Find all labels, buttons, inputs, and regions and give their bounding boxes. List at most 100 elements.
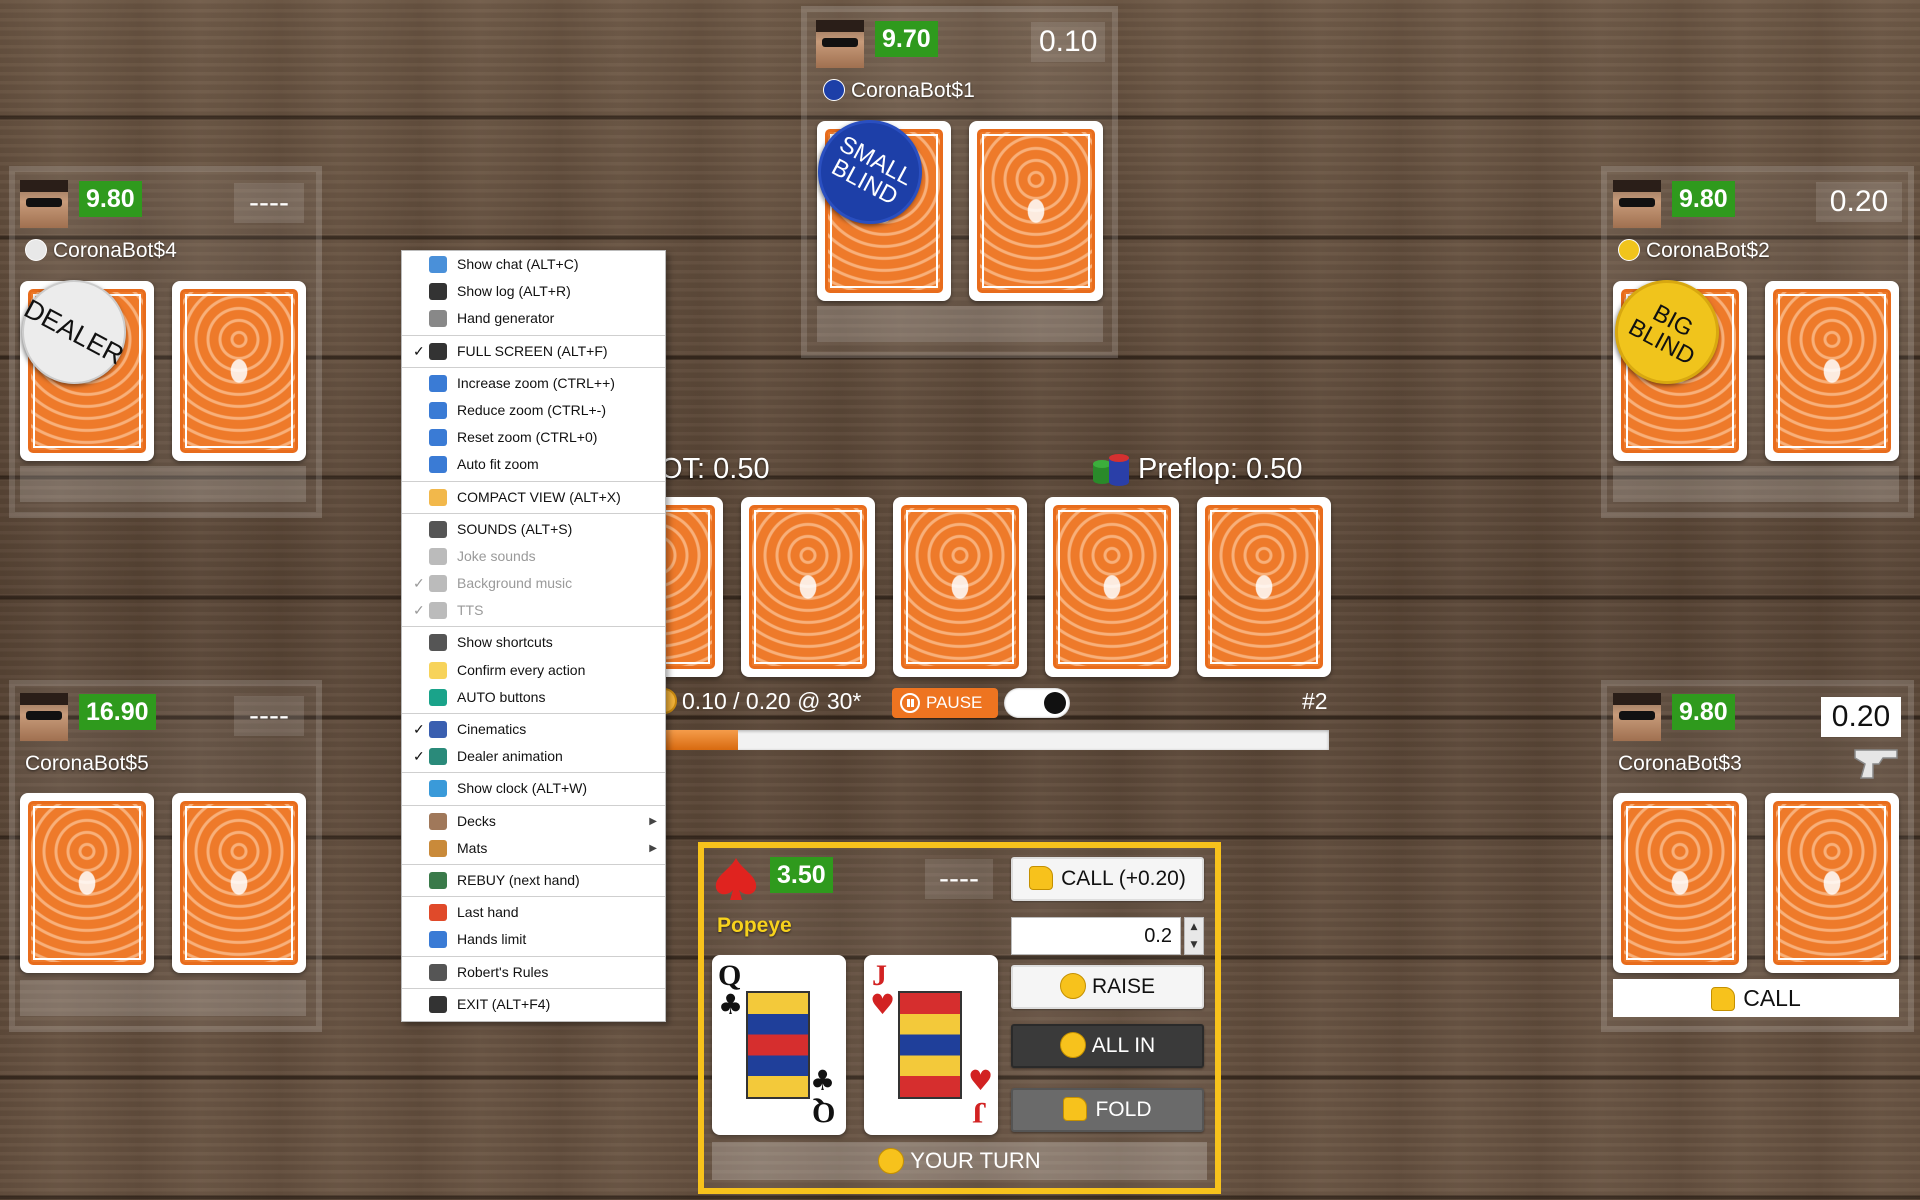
action-strip	[817, 306, 1103, 342]
menu-item-label: Hands limit	[457, 931, 527, 948]
menu-item-label: Cinematics	[457, 721, 527, 737]
menu-item[interactable]: Hands limit	[402, 926, 665, 953]
thumbs-down-icon	[1063, 1097, 1088, 1121]
menu-item[interactable]: EXIT (ALT+F4)	[402, 991, 665, 1018]
big-blind-chip-icon	[1618, 239, 1640, 261]
menu-item[interactable]: REBUY (next hand)	[402, 867, 665, 894]
card-back	[1765, 793, 1899, 973]
hole-card-jack-hearts: J ♥ ♥ J	[864, 955, 998, 1135]
avatar	[20, 180, 68, 228]
menu-item[interactable]: Last hand	[402, 899, 665, 926]
stack-amount: 16.90	[79, 694, 156, 730]
action-strip	[20, 980, 306, 1016]
blinds-level: 0.10 / 0.20 @ 30*	[682, 688, 862, 714]
allin-button[interactable]: ALL IN	[1011, 1024, 1204, 1068]
mute-icon	[429, 520, 447, 538]
menu-item[interactable]: SOUNDS (ALT+S)	[402, 516, 665, 543]
pause-icon	[900, 693, 920, 713]
my-player-name: Popeye	[717, 914, 792, 937]
menu-item-label: Confirm every action	[457, 661, 586, 678]
card-rank-bottom: Q	[812, 1096, 836, 1129]
pause-label: PAUSE	[926, 693, 983, 712]
exit-icon	[429, 995, 447, 1013]
small-blind-chip-icon	[823, 79, 845, 101]
card-back	[172, 793, 306, 973]
menu-item-label: Show clock (ALT+W)	[457, 780, 588, 797]
menu-item[interactable]: ✓ Cinematics	[402, 716, 665, 743]
menu-separator	[402, 804, 665, 806]
menu-item[interactable]: Show clock (ALT+W)	[402, 775, 665, 802]
menu-item[interactable]: Reduce zoom (CTRL+-)	[402, 397, 665, 424]
menu-item[interactable]: Show log (ALT+R)	[402, 278, 665, 305]
menu-item[interactable]: COMPACT VIEW (ALT+X)	[402, 484, 665, 511]
menu-separator	[402, 512, 665, 514]
menu-separator	[402, 366, 665, 368]
raise-amount-stepper[interactable]: ▲ ▼	[1184, 917, 1204, 955]
raise-button[interactable]: RAISE	[1011, 965, 1204, 1009]
player-name-text: CoronaBot$2	[1646, 239, 1770, 262]
player-name: CoronaBot$1	[823, 78, 975, 104]
menu-item[interactable]: ✓ Background music	[402, 570, 665, 597]
menu-separator	[402, 772, 665, 774]
card-suit-bottom: ♣	[810, 1064, 836, 1097]
board-card-back	[893, 497, 1027, 677]
pause-toggle[interactable]	[1004, 688, 1070, 718]
menu-item-label: Dealer animation	[457, 748, 563, 765]
bet-amount: 0.10	[1031, 22, 1105, 62]
menu-item-label: Show log (ALT+R)	[457, 283, 571, 300]
stack-amount: 9.80	[1672, 694, 1735, 730]
menu-item[interactable]: Joke sounds	[402, 543, 665, 570]
menu-item[interactable]: Show chat (ALT+C)	[402, 251, 665, 278]
card-suit: ♣	[718, 988, 744, 1021]
player-name-text: CoronaBot$4	[53, 239, 177, 262]
pause-button[interactable]: PAUSE	[892, 688, 998, 718]
my-bet-amount: ----	[925, 859, 993, 899]
jack-figure	[898, 991, 962, 1099]
action-label: CALL	[1613, 979, 1899, 1017]
sunglasses-icon	[1059, 1032, 1086, 1058]
menu-item[interactable]: ✓ FULL SCREEN (ALT+F)	[402, 338, 665, 365]
smirk-icon	[1059, 973, 1086, 999]
bet-amount: ----	[234, 183, 304, 223]
dealer-icon	[429, 748, 447, 766]
check-icon: ✓	[413, 575, 425, 592]
submenu-arrow-icon: ▶	[649, 842, 657, 854]
hand-icon	[429, 661, 447, 679]
menu-item[interactable]: Show shortcuts	[402, 629, 665, 656]
menu-item[interactable]: Confirm every action	[402, 657, 665, 684]
fold-button[interactable]: FOLD	[1011, 1088, 1204, 1132]
menu-item-label: Increase zoom (CTRL++)	[457, 374, 615, 391]
card-back	[1613, 793, 1747, 973]
menu-item[interactable]: AUTO buttons	[402, 684, 665, 711]
menu-item[interactable]: Robert's Rules	[402, 959, 665, 986]
menu-item[interactable]: Auto fit zoom	[402, 451, 665, 478]
hand-number: #2	[1302, 688, 1328, 714]
gun-icon	[1854, 749, 1898, 779]
call-button[interactable]: CALL (+0.20)	[1011, 857, 1204, 901]
menu-item-label: Reduce zoom (CTRL+-)	[457, 401, 606, 418]
menu-item[interactable]: Decks ▶	[402, 808, 665, 835]
music-icon	[429, 575, 447, 593]
turn-timer-fill	[665, 730, 739, 750]
submenu-arrow-icon: ▶	[649, 815, 657, 827]
card-back	[1765, 281, 1899, 461]
joke-icon	[429, 547, 447, 565]
bet-amount: 0.20	[1816, 182, 1902, 222]
menu-item[interactable]: ✓ Dealer animation	[402, 743, 665, 770]
menu-item-label: AUTO buttons	[457, 688, 546, 705]
card-back	[172, 281, 306, 461]
thumbs-up-icon	[1711, 987, 1736, 1011]
menu-item[interactable]: Mats ▶	[402, 835, 665, 862]
player-name: CoronaBot$2	[1618, 238, 1770, 264]
zoom-fit-icon	[429, 456, 447, 474]
menu-item[interactable]: ✓ TTS	[402, 597, 665, 624]
action-strip	[20, 466, 306, 502]
turn-timer-bar	[665, 730, 1329, 750]
menu-item[interactable]: Reset zoom (CTRL+0)	[402, 424, 665, 451]
raise-button-label: RAISE	[1091, 975, 1156, 998]
menu-item[interactable]: Hand generator	[402, 305, 665, 332]
compact-icon	[429, 488, 447, 506]
menu-item-label: Decks	[457, 812, 496, 829]
menu-item[interactable]: Increase zoom (CTRL++)	[402, 370, 665, 397]
raise-amount-input[interactable]: 0.2	[1011, 917, 1181, 955]
